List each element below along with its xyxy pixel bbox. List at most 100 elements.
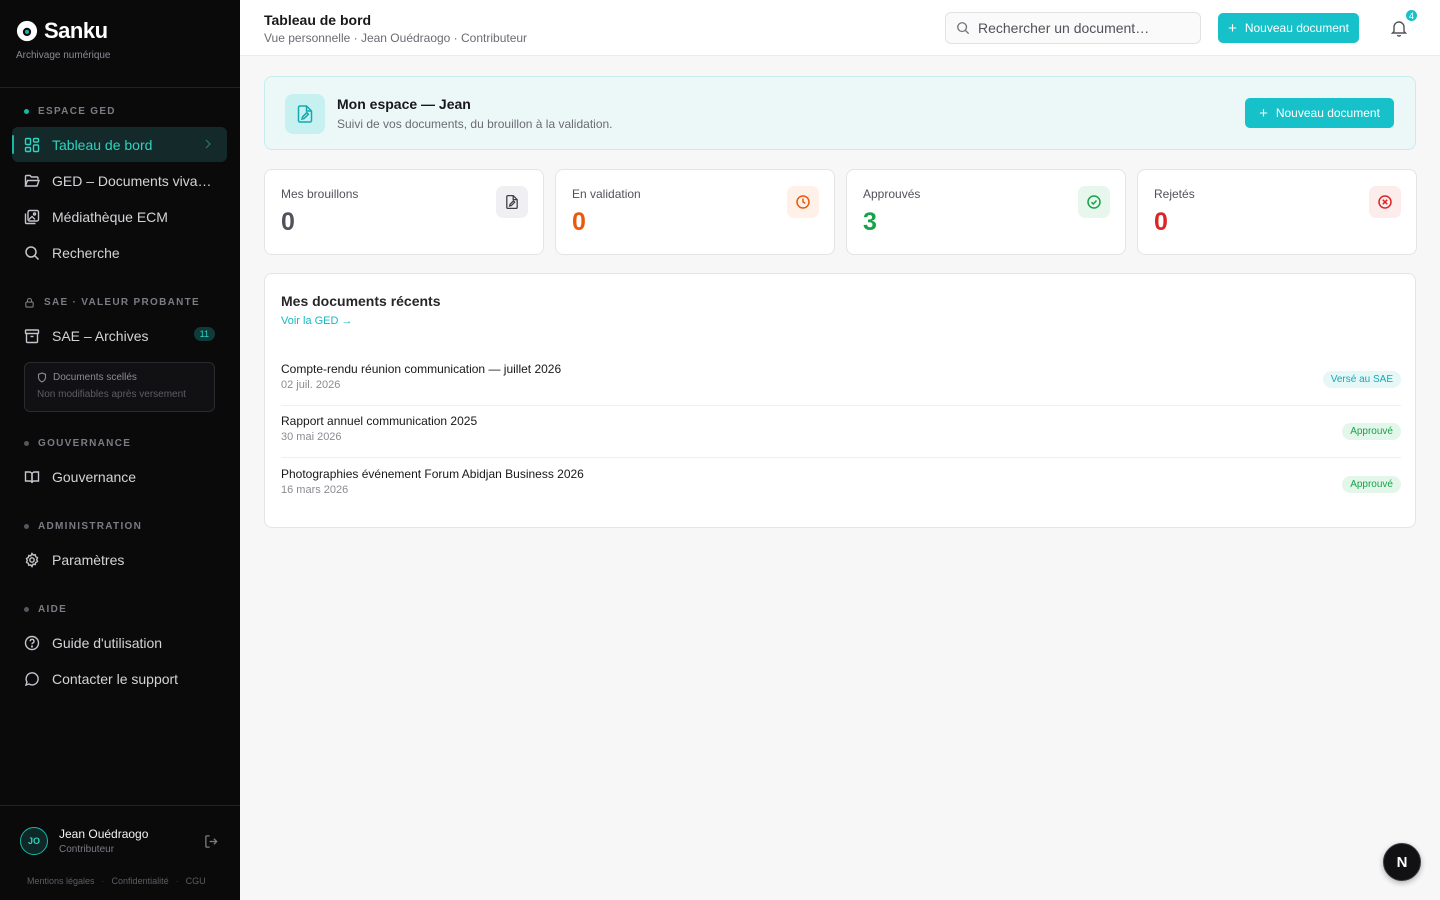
- chevron-right-icon: [205, 139, 211, 149]
- sidebar-item-label: SAE – Archives: [52, 327, 149, 344]
- stat-value: 0: [281, 208, 295, 236]
- view-ged-link[interactable]: Voir la GED →: [281, 315, 353, 327]
- lock-icon: [25, 297, 34, 308]
- sidebar-item-mediatheque[interactable]: Médiathèque ECM: [12, 199, 227, 234]
- document-title: Rapport annuel communication 2025: [281, 414, 478, 428]
- welcome-subtitle: Suivi de vos documents, du brouillon à l…: [337, 117, 613, 131]
- count-badge: 11: [193, 327, 215, 341]
- sidebar-item-label: Gouvernance: [52, 468, 137, 485]
- section-gouvernance: GOUVERNANCE: [24, 438, 131, 449]
- bell-icon[interactable]: [1391, 19, 1407, 37]
- sanku-logo-icon: [16, 20, 38, 42]
- stat-card-drafts[interactable]: Mes brouillons 0: [264, 169, 544, 255]
- section-aide: AIDE: [24, 604, 67, 615]
- search-box[interactable]: [945, 12, 1201, 44]
- footer-link-mentions[interactable]: Mentions légales: [27, 876, 95, 886]
- user-profile[interactable]: JO Jean Ouédraogo Contributeur: [20, 827, 148, 855]
- search-icon: [25, 245, 40, 260]
- document-row[interactable]: Photographies événement Forum Abidjan Bu…: [281, 459, 1401, 511]
- sidebar-item-support[interactable]: Contacter le support: [12, 661, 227, 696]
- stat-label: Mes brouillons: [281, 187, 359, 201]
- section-label: ADMINISTRATION: [38, 521, 143, 532]
- dashboard-icon: [24, 137, 40, 152]
- stat-icon-box: [496, 186, 528, 218]
- brand[interactable]: Sanku Archivage numérique: [16, 18, 111, 61]
- welcome-button-label: Nouveau document: [1275, 106, 1380, 120]
- stat-card-validation[interactable]: En validation 0: [555, 169, 835, 255]
- welcome-banner: Mon espace — Jean Suivi de vos documents…: [264, 76, 1416, 150]
- section-dot: [24, 109, 29, 114]
- footer-separator: ·: [175, 876, 179, 886]
- status-badge: Approuvé: [1342, 423, 1401, 440]
- check-circle-icon: [1087, 195, 1101, 209]
- sidebar-divider: [0, 87, 240, 88]
- section-dot: [24, 441, 29, 446]
- section-label: GOUVERNANCE: [38, 438, 132, 449]
- status-badge: Approuvé: [1342, 476, 1401, 493]
- sidebar-item-label: Guide d'utilisation: [52, 634, 163, 651]
- search-icon: [957, 22, 970, 35]
- stat-label: En validation: [572, 187, 641, 201]
- images-icon: [24, 209, 40, 224]
- document-date: 30 mai 2026: [281, 431, 342, 443]
- page-subtitle: Vue personnelle · Jean Ouédraogo · Contr…: [264, 31, 528, 45]
- dev-tools-button[interactable]: N: [1383, 843, 1421, 881]
- status-badge: Versé au SAE: [1322, 371, 1401, 388]
- sidebar-item-guide[interactable]: Guide d'utilisation: [12, 625, 227, 660]
- sidebar-item-label: Recherche: [52, 244, 120, 261]
- document-title: Compte-rendu réunion communication — jui…: [281, 362, 562, 376]
- document-title: Photographies événement Forum Abidjan Bu…: [281, 467, 584, 481]
- stat-icon-box: [1078, 186, 1110, 218]
- sidebar-item-dashboard[interactable]: Tableau de bord: [12, 127, 227, 162]
- sidebar-item-parametres[interactable]: Paramètres: [12, 542, 227, 577]
- help-circle-icon: [24, 635, 40, 650]
- welcome-title: Mon espace — Jean: [337, 96, 471, 112]
- plus-icon: +: [1259, 104, 1268, 122]
- sidebar-item-label: Paramètres: [52, 551, 125, 568]
- folder-open-icon: [24, 174, 40, 187]
- welcome-icon-box: [285, 94, 325, 134]
- file-edit-icon: [297, 105, 313, 123]
- stat-card-rejected[interactable]: Rejetés 0: [1137, 169, 1417, 255]
- sidebar-item-label: Médiathèque ECM: [52, 208, 168, 225]
- sidebar-item-recherche[interactable]: Recherche: [12, 235, 227, 270]
- stat-icon-box: [787, 186, 819, 218]
- stat-value: 0: [1154, 208, 1168, 236]
- page-title: Tableau de bord: [264, 12, 372, 28]
- document-row[interactable]: Rapport annuel communication 2025 30 mai…: [281, 406, 1401, 458]
- new-document-label: Nouveau document: [1244, 21, 1349, 35]
- stat-card-approved[interactable]: Approuvés 3: [846, 169, 1126, 255]
- file-edit-icon: [506, 194, 518, 210]
- stat-icon-box: [1369, 186, 1401, 218]
- brand-subtitle: Archivage numérique: [16, 50, 111, 61]
- brand-name: Sanku: [44, 18, 108, 43]
- sealed-title: Documents scellés: [53, 372, 137, 383]
- notification-badge: 4: [1404, 8, 1419, 23]
- welcome-new-document-button[interactable]: + Nouveau document: [1245, 98, 1394, 128]
- avatar: JO: [20, 827, 48, 855]
- stat-label: Rejetés: [1154, 187, 1195, 201]
- logout-icon[interactable]: [204, 834, 219, 849]
- shield-icon: [37, 372, 47, 383]
- new-document-button[interactable]: + Nouveau document: [1218, 13, 1359, 43]
- section-sae: SAE · VALEUR PROBANTE: [24, 297, 200, 308]
- sidebar-item-sae-archives[interactable]: SAE – Archives 11: [12, 318, 227, 353]
- section-label: SAE · VALEUR PROBANTE: [44, 297, 201, 308]
- document-date: 02 juil. 2026: [281, 379, 341, 391]
- sealed-subtitle: Non modifiables après versement: [37, 389, 186, 400]
- stat-value: 0: [572, 208, 586, 236]
- user-name: Jean Ouédraogo: [59, 827, 149, 841]
- footer-separator: ·: [101, 876, 105, 886]
- recent-documents-panel: Mes documents récents Voir la GED → Comp…: [264, 273, 1416, 528]
- sidebar-item-ged-documents[interactable]: GED – Documents vivants: [12, 163, 227, 198]
- x-circle-icon: [1378, 195, 1392, 209]
- sidebar-item-label: GED – Documents vivants: [52, 172, 212, 189]
- footer-link-confidentialite[interactable]: Confidentialité: [112, 876, 169, 886]
- book-open-icon: [24, 470, 40, 483]
- section-dot: [24, 524, 29, 529]
- document-row[interactable]: Compte-rendu réunion communication — jui…: [281, 354, 1401, 406]
- search-input[interactable]: [978, 20, 1188, 36]
- sidebar-item-gouvernance[interactable]: Gouvernance: [12, 459, 227, 494]
- archive-icon: [24, 328, 40, 343]
- footer-link-cgu[interactable]: CGU: [186, 876, 206, 886]
